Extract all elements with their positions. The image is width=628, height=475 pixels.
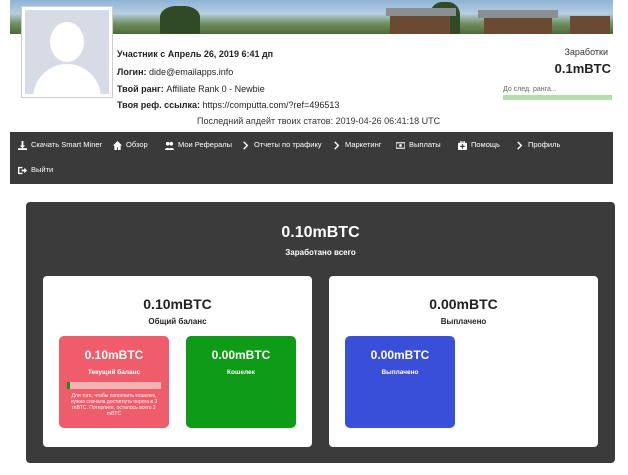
chevron-right-icon: [334, 140, 340, 150]
wallet-value: 0.00mBTC: [211, 348, 271, 362]
next-rank-label: До след. ранга...: [503, 86, 557, 93]
paid-box: 0.00mBTC Выплачено: [345, 336, 455, 428]
nav-logout[interactable]: Выйти: [18, 160, 53, 180]
banner-roof: [386, 8, 456, 16]
paid-card: 0.00mBTC Выплачено 0.00mBTC Выплачено: [329, 276, 598, 447]
paid-value: 0.00mBTC: [370, 348, 430, 362]
chevron-right-icon: [517, 140, 523, 150]
earnings-label: Заработки: [564, 47, 608, 57]
paid-label: Выплачено: [381, 369, 419, 376]
member-since: Участник с Апрель 26, 2019 6:41 дп: [117, 49, 274, 59]
nav-traffic-reports[interactable]: Отчеты по трафику: [241, 135, 322, 155]
avatar[interactable]: [21, 6, 113, 98]
wallet-label: Кошелек: [227, 369, 255, 376]
earnings-value: 0.1mBTC: [554, 61, 611, 76]
total-earned-label: Заработано всего: [285, 248, 356, 257]
threshold-note: Для того, чтобы пополнить кошелек, нужно…: [70, 393, 158, 417]
total-earned-value: 0.10mBTC: [281, 224, 360, 241]
banner-tree: [160, 6, 200, 34]
balance-value: 0.10mBTC: [143, 296, 212, 312]
avatar-placeholder-icon: [25, 10, 109, 94]
logout-icon: [18, 166, 27, 174]
stats-panel: 0.10mBTC Заработано всего 0.10mBTC Общий…: [26, 202, 615, 463]
main-nav: Скачать Smart Miner Обзор Мои Рефералы О…: [10, 132, 613, 184]
nav-profile[interactable]: Профиль: [515, 135, 560, 155]
nav-download-miner[interactable]: Скачать Smart Miner: [18, 135, 102, 155]
balance-label: Общий баланс: [148, 317, 207, 326]
current-balance-label: Текущий баланс: [87, 369, 141, 376]
current-balance-box: 0.10mBTC Текущий баланс Для того, чтобы …: [59, 336, 169, 428]
wallet-threshold-progress: [67, 382, 161, 389]
chevron-right-icon: [243, 140, 249, 150]
paid-card-value: 0.00mBTC: [429, 296, 498, 312]
download-icon: [18, 140, 27, 150]
balance-card: 0.10mBTC Общий баланс 0.10mBTC Текущий б…: [43, 276, 312, 447]
profile-section: Участник с Апрель 26, 2019 6:41 дп Логин…: [10, 6, 613, 130]
banner-roof: [478, 10, 558, 18]
nav-overview[interactable]: Обзор: [113, 135, 148, 155]
nav-referrals[interactable]: Мои Рефералы: [165, 135, 232, 155]
banner-house: [390, 16, 450, 34]
nav-payouts[interactable]: Выплаты: [396, 135, 441, 155]
medkit-icon: [458, 140, 467, 150]
last-update: Последний апдейт твоих статов: 2019-04-2…: [197, 116, 441, 126]
home-icon: [113, 140, 122, 150]
users-icon: [165, 141, 174, 150]
current-balance-value: 0.10mBTC: [84, 348, 144, 362]
banner-house: [570, 16, 610, 34]
money-icon: [396, 141, 405, 149]
rank-line: Твой ранг: Affiliate Rank 0 - Newbie: [117, 84, 265, 94]
wallet-box: 0.00mBTC Кошелек: [186, 336, 296, 428]
progress-fill: [67, 382, 70, 389]
ref-link-line: Твоя реф. ссылка: https://computta.com/?…: [117, 100, 340, 110]
banner-house: [484, 18, 552, 34]
nav-help[interactable]: Помощь: [458, 135, 500, 155]
rank-progress-bar: [503, 95, 612, 100]
login-line: Логин: dide@emailapps.info: [117, 67, 234, 77]
paid-card-label: Выплачено: [440, 317, 487, 326]
ref-link[interactable]: https://computta.com/?ref=496513: [203, 100, 340, 110]
nav-marketing[interactable]: Маркетинг: [332, 135, 381, 155]
